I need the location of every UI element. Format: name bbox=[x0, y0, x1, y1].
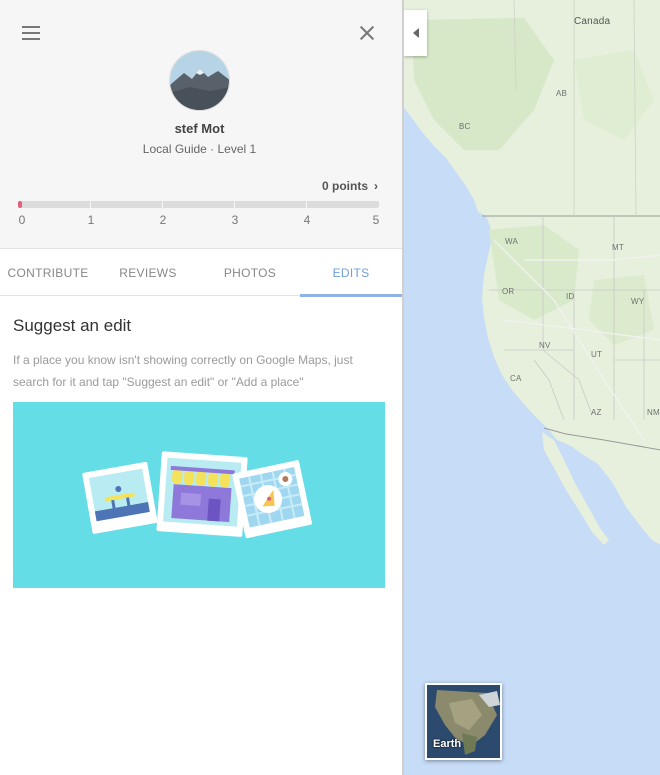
progress-scale-4: 4 bbox=[303, 213, 311, 227]
map-label-wa: WA bbox=[505, 237, 518, 246]
map-label-ut: UT bbox=[591, 350, 603, 359]
tab-edits[interactable]: EDITS bbox=[300, 249, 402, 297]
map-label-canada: Canada bbox=[574, 16, 611, 27]
points-label: 0 points bbox=[321, 179, 368, 193]
map-label-bc: BC bbox=[459, 122, 471, 131]
map-label-mt: MT bbox=[612, 243, 624, 252]
earth-label: Earth bbox=[433, 738, 462, 750]
chevron-left-icon bbox=[412, 28, 419, 38]
section-description: If a place you know isn't showing correc… bbox=[13, 353, 353, 389]
map-label-or: OR bbox=[502, 287, 515, 296]
tab-bar: CONTRIBUTE REVIEWS PHOTOS EDITS bbox=[0, 248, 402, 297]
map-label-ab: AB bbox=[556, 89, 568, 98]
section-title: Suggest an edit bbox=[13, 316, 132, 335]
menu-icon[interactable] bbox=[22, 26, 40, 40]
chevron-right-icon: › bbox=[374, 179, 378, 193]
avatar[interactable] bbox=[169, 50, 230, 111]
map-label-nm: NM bbox=[647, 408, 660, 417]
map-label-ca: CA bbox=[510, 374, 522, 383]
progress-scale-2: 2 bbox=[159, 213, 167, 227]
progress-scale-3: 3 bbox=[231, 213, 239, 227]
tab-contribute[interactable]: CONTRIBUTE bbox=[0, 249, 96, 296]
avatar-image bbox=[170, 51, 229, 110]
tab-photos[interactable]: PHOTOS bbox=[200, 249, 300, 296]
progress-scale-5: 5 bbox=[372, 213, 380, 227]
level-progress-bar bbox=[18, 201, 379, 208]
collapse-panel-button[interactable] bbox=[404, 10, 427, 56]
close-icon[interactable] bbox=[358, 24, 376, 42]
user-level: Local Guide · Level 1 bbox=[142, 142, 257, 156]
progress-fill bbox=[18, 201, 22, 208]
suggest-edit-illustration bbox=[13, 402, 385, 588]
progress-scale-0: 0 bbox=[18, 213, 26, 227]
map-view[interactable]: Canada AB BC WA MT OR ID WY NV UT CA AZ … bbox=[403, 0, 660, 775]
map-canvas bbox=[404, 0, 660, 545]
user-name: stef Mot bbox=[174, 121, 225, 136]
map-label-wy: WY bbox=[631, 297, 645, 306]
tab-reviews[interactable]: REVIEWS bbox=[96, 249, 200, 296]
progress-scale-1: 1 bbox=[87, 213, 95, 227]
points-link[interactable]: 0 points › bbox=[322, 179, 378, 193]
profile-header: stef Mot Local Guide · Level 1 0 points ›… bbox=[0, 0, 402, 248]
places-illustration-graphic bbox=[82, 451, 312, 539]
map-label-az: AZ bbox=[591, 408, 602, 417]
side-panel: stef Mot Local Guide · Level 1 0 points ›… bbox=[0, 0, 403, 775]
earth-view-toggle[interactable]: Earth bbox=[425, 683, 502, 760]
map-label-id: ID bbox=[566, 292, 575, 301]
map-label-nv: NV bbox=[539, 341, 551, 350]
